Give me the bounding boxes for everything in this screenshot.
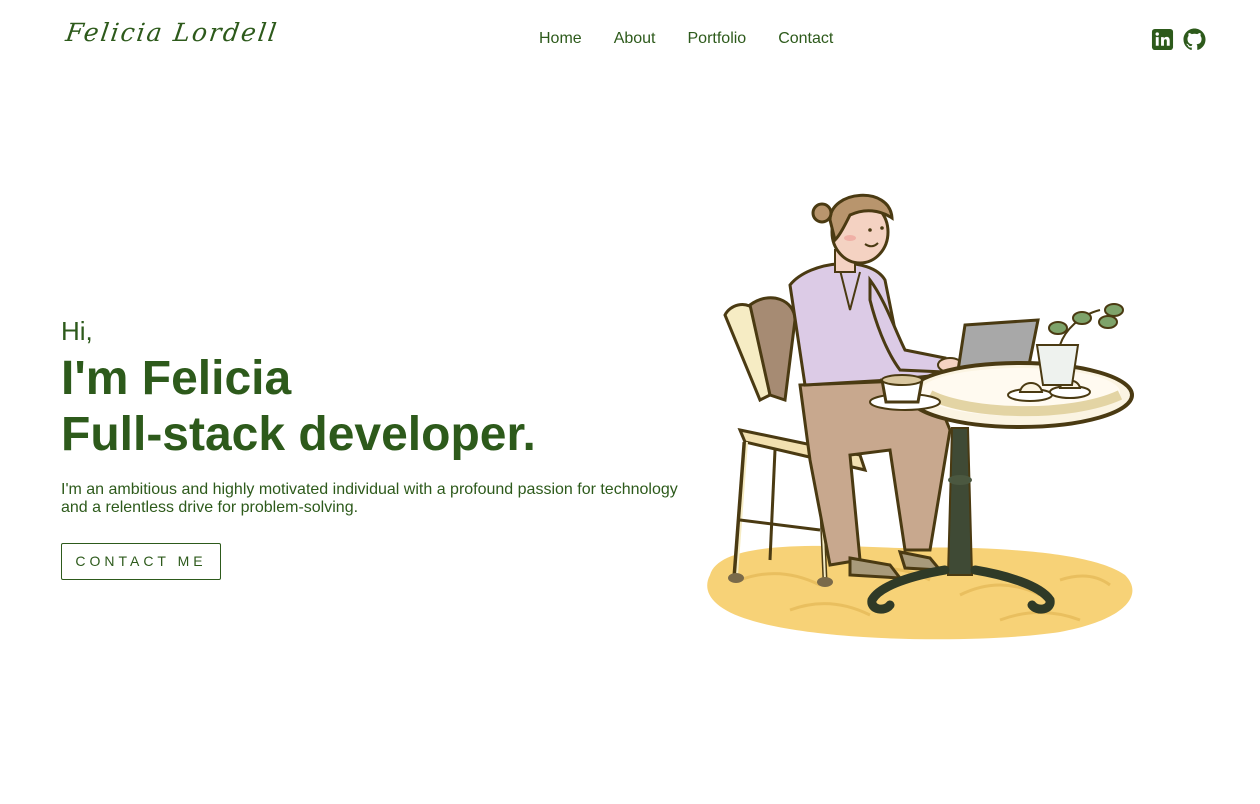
hero-section: Hi, I'm Felicia Full-stack developer. I'… xyxy=(61,315,701,580)
nav-link-home[interactable]: Home xyxy=(539,29,582,49)
hero-illustration xyxy=(700,180,1150,650)
nav-link-contact[interactable]: Contact xyxy=(778,29,833,49)
headline-name: I'm Felicia xyxy=(61,352,292,405)
hero-intro: I'm an ambitious and highly motivated in… xyxy=(61,481,678,516)
contact-me-button[interactable]: CONTACT ME xyxy=(61,543,221,580)
social-links xyxy=(1151,28,1206,51)
main-nav: Home About Portfolio Contact xyxy=(539,29,833,49)
github-icon[interactable] xyxy=(1183,28,1206,51)
hero-greeting: Hi, xyxy=(61,316,93,346)
hero-headline: I'm Felicia Full-stack developer. xyxy=(61,351,701,463)
logo[interactable]: Felicia Lordell xyxy=(64,18,280,47)
page: Felicia Lordell Home About Portfolio Con… xyxy=(0,0,1260,804)
nav-link-portfolio[interactable]: Portfolio xyxy=(688,29,747,49)
headline-role: Full-stack developer. xyxy=(61,408,536,461)
linkedin-icon[interactable] xyxy=(1151,28,1174,51)
nav-link-about[interactable]: About xyxy=(614,29,656,49)
site-header: Felicia Lordell Home About Portfolio Con… xyxy=(0,0,1260,80)
